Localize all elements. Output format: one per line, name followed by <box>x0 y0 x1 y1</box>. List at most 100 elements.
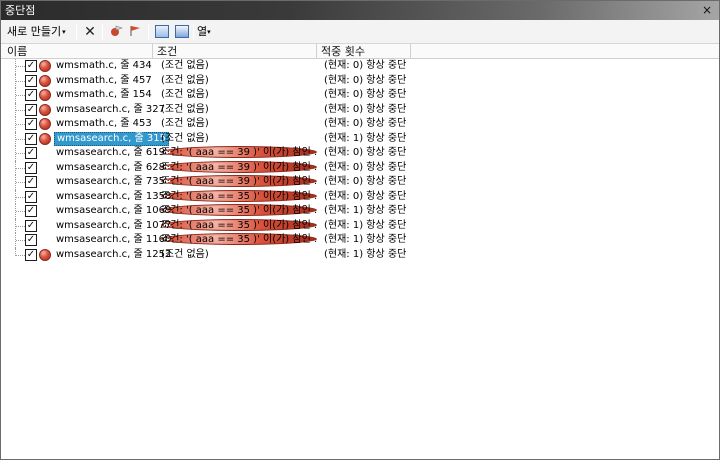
window-title: 중단점 <box>5 4 36 17</box>
tree-connector <box>15 88 25 103</box>
breakpoint-hit-count: (현재: 0) 항상 중단 <box>324 103 407 115</box>
table-row[interactable]: ✓ wmsasearch.c, 줄 327 (조건 없음) (현재: 0) 항상 중단 <box>1 102 719 117</box>
breakpoint-condition: 조건: '( aaa == 39 )' 이(가) 참인 ... <box>161 176 317 187</box>
toolbar-separator <box>76 24 77 40</box>
table-row[interactable]: ✓ wmsasearch.c, 줄 1358 조건: '( aaa == 35 )'… <box>1 189 719 204</box>
table-row[interactable]: ✓ wmsasearch.c, 줄 735 조건: '( aaa == 39 )' … <box>1 175 719 190</box>
breakpoint-enabled-checkbox[interactable]: ✓ <box>25 176 37 188</box>
breakpoint-name[interactable]: wmsmath.c, 줄 154 <box>54 88 154 102</box>
breakpoint-name[interactable]: wmsasearch.c, 줄 327 <box>54 103 167 117</box>
breakpoint-hit-count: (현재: 0) 항상 중단 <box>324 161 407 173</box>
breakpoint-name[interactable]: wmsasearch.c, 줄 619 <box>54 146 167 160</box>
column-header-condition[interactable]: 조건 <box>153 44 317 59</box>
breakpoint-name[interactable]: wmsasearch.c, 줄 1358 <box>54 190 173 204</box>
tree-connector <box>15 146 25 161</box>
breakpoint-condition: (조건 없음) <box>161 89 209 100</box>
breakpoint-enabled-checkbox[interactable]: ✓ <box>25 89 37 101</box>
tree-connector <box>15 102 25 117</box>
table-row[interactable]: ✓ wmsmath.c, 줄 434 (조건 없음) (현재: 0) 항상 중단 <box>1 59 719 74</box>
columns-label: 열 <box>197 25 208 38</box>
breakpoint-icon <box>39 89 51 101</box>
breakpoint-name[interactable]: wmsmath.c, 줄 457 <box>54 74 154 88</box>
breakpoint-hit-count: (현재: 1) 항상 중단 <box>324 132 407 144</box>
table-row[interactable]: ✓ wmsmath.c, 줄 453 (조건 없음) (현재: 0) 항상 중단 <box>1 117 719 132</box>
breakpoint-name[interactable]: wmsasearch.c, 줄 1069 <box>54 204 173 218</box>
breakpoint-condition: (조건 없음) <box>161 118 209 129</box>
breakpoint-name[interactable]: wmsmath.c, 줄 434 <box>54 59 154 73</box>
table-row[interactable]: ✓ wmsasearch.c, 줄 1160 조건: '( aaa == 35 )'… <box>1 233 719 248</box>
table-row[interactable]: ✓ wmsasearch.c, 줄 1252 (조건 없음) (현재: 1) 항상 중… <box>1 247 719 263</box>
toolbar-separator <box>193 24 194 40</box>
breakpoint-enabled-checkbox[interactable]: ✓ <box>25 234 37 246</box>
disable-all-breakpoints-icon[interactable] <box>126 23 144 41</box>
tree-connector <box>15 117 25 132</box>
breakpoint-hit-count: (현재: 1) 항상 중단 <box>324 219 407 231</box>
breakpoint-condition: 조건: '( aaa == 35 )' 이(가) 참인 ... <box>161 234 317 245</box>
tree-connector <box>15 233 25 248</box>
breakpoint-name[interactable]: wmsmath.c, 줄 453 <box>54 117 154 131</box>
breakpoint-enabled-checkbox[interactable]: ✓ <box>25 190 37 203</box>
tree-connector <box>15 131 25 146</box>
table-row[interactable]: ✓ wmsasearch.c, 줄 315 (조건 없음) (현재: 1) 항상 중단 <box>1 131 719 146</box>
breakpoint-condition: (조건 없음) <box>161 248 209 260</box>
tree-connector <box>15 59 25 74</box>
toolbar-separator <box>102 24 103 40</box>
breakpoint-name[interactable]: wmsasearch.c, 줄 735 <box>54 175 167 189</box>
breakpoint-enabled-checkbox[interactable]: ✓ <box>25 74 37 87</box>
breakpoint-name[interactable]: wmsasearch.c, 줄 628 <box>54 161 167 175</box>
breakpoint-hit-count: (현재: 0) 항상 중단 <box>324 60 407 71</box>
new-breakpoint-button[interactable]: 새로 만들기▾ <box>7 23 73 41</box>
toolbar: 새로 만들기▾ ✕ 열▾ <box>1 20 719 44</box>
tree-connector <box>15 175 25 190</box>
breakpoint-name[interactable]: wmsasearch.c, 줄 1160 <box>54 233 173 247</box>
tree-connector <box>15 73 25 88</box>
table-row[interactable]: ✓ wmsasearch.c, 줄 628 조건: '( aaa == 39 )' … <box>1 160 719 175</box>
breakpoint-enabled-checkbox[interactable]: ✓ <box>25 147 37 159</box>
delete-all-breakpoints-icon[interactable] <box>107 23 125 41</box>
column-header-name[interactable]: 이름 <box>3 44 153 59</box>
breakpoint-enabled-checkbox[interactable]: ✓ <box>25 118 37 130</box>
toolbar-separator <box>148 24 149 40</box>
column-header-hit-count[interactable]: 적중 횟수 <box>317 44 411 59</box>
breakpoint-icon <box>39 118 51 130</box>
dropdown-arrow-icon: ▾ <box>207 28 211 36</box>
breakpoint-hit-count: (현재: 0) 항상 중단 <box>324 176 407 187</box>
table-row[interactable]: ✓ wmsasearch.c, 줄 1069 조건: '( aaa == 35 )'… <box>1 204 719 219</box>
breakpoint-name[interactable]: wmsasearch.c, 줄 315 <box>54 131 169 146</box>
breakpoint-condition: (조건 없음) <box>161 103 209 115</box>
columns-dropdown-button[interactable]: 열▾ <box>197 23 221 41</box>
breakpoint-condition: (조건 없음) <box>161 74 209 86</box>
go-to-source-icon[interactable] <box>153 23 171 41</box>
breakpoint-enabled-checkbox[interactable]: ✓ <box>25 103 37 116</box>
breakpoint-enabled-checkbox[interactable]: ✓ <box>25 60 37 72</box>
table-row[interactable]: ✓ wmsmath.c, 줄 154 (조건 없음) (현재: 0) 항상 중단 <box>1 88 719 103</box>
breakpoint-icon <box>39 248 51 261</box>
close-icon[interactable]: × <box>701 1 713 20</box>
breakpoint-icon <box>39 74 51 87</box>
breakpoint-name[interactable]: wmsasearch.c, 줄 1252 <box>54 248 173 262</box>
breakpoint-hit-count: (현재: 0) 항상 중단 <box>324 89 407 100</box>
breakpoint-enabled-checkbox[interactable]: ✓ <box>25 219 37 232</box>
breakpoint-enabled-checkbox[interactable]: ✓ <box>25 161 37 174</box>
table-row[interactable]: ✓ wmsasearch.c, 줄 619 조건: '( aaa == 39 )' … <box>1 146 719 161</box>
go-to-disassembly-icon[interactable] <box>173 23 191 41</box>
breakpoint-list: ✓ wmsmath.c, 줄 434 (조건 없음) (현재: 0) 항상 중단 ✓ wm… <box>1 59 719 459</box>
breakpoint-enabled-checkbox[interactable]: ✓ <box>25 248 37 261</box>
table-row[interactable]: ✓ wmsasearch.c, 줄 1077 조건: '( aaa == 35 )'… <box>1 218 719 233</box>
breakpoint-enabled-checkbox[interactable]: ✓ <box>25 132 37 145</box>
breakpoint-icon <box>39 132 51 145</box>
breakpoint-icon <box>39 60 51 72</box>
breakpoint-name[interactable]: wmsasearch.c, 줄 1077 <box>54 219 173 233</box>
breakpoint-condition: 조건: '( aaa == 35 )' 이(가) 참인 ... <box>161 190 317 202</box>
dropdown-arrow-icon: ▾ <box>62 28 66 36</box>
delete-icon[interactable]: ✕ <box>81 23 99 41</box>
table-row[interactable]: ✓ wmsmath.c, 줄 457 (조건 없음) (현재: 0) 항상 중단 <box>1 73 719 88</box>
breakpoint-hit-count: (현재: 1) 항상 중단 <box>324 205 407 216</box>
breakpoint-condition: 조건: '( aaa == 35 )' 이(가) 참인 ... <box>161 219 317 231</box>
breakpoint-hit-count: (현재: 0) 항상 중단 <box>324 74 407 86</box>
column-header: 이름 조건 적중 횟수 <box>1 44 719 59</box>
breakpoint-enabled-checkbox[interactable]: ✓ <box>25 205 37 217</box>
breakpoint-condition: 조건: '( aaa == 39 )' 이(가) 참인 ... <box>161 161 317 173</box>
breakpoint-condition: (조건 없음) <box>161 132 209 144</box>
title-bar: 중단점 × <box>1 1 719 20</box>
